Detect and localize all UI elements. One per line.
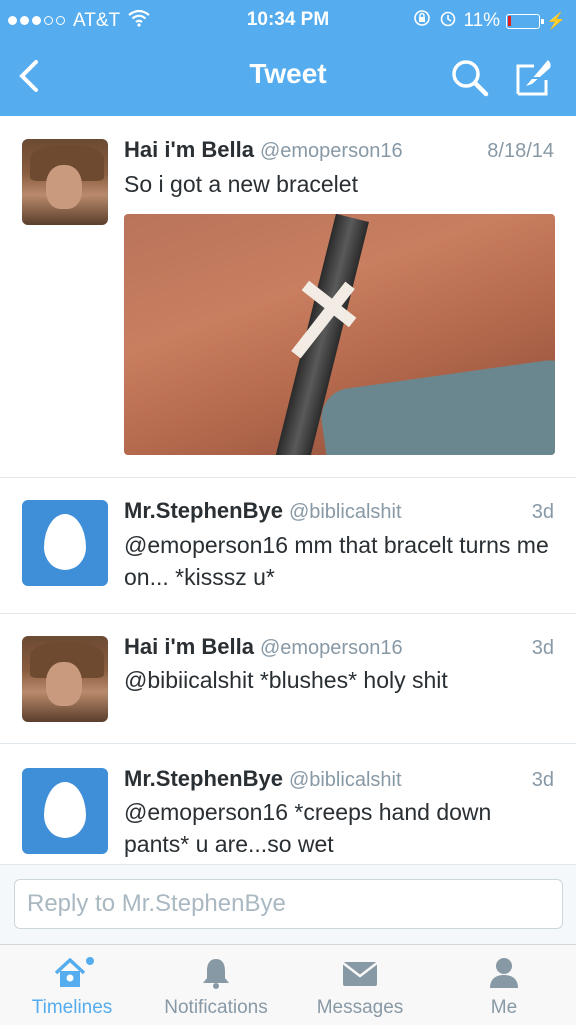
tweet-photo[interactable] [124,214,555,455]
tweet-item[interactable]: Hai i'm Bella @emoperson16 3d @bibiicalsh… [0,614,576,744]
charging-bolt-icon: ⚡ [546,13,566,30]
tweet-item[interactable]: Mr.StephenBye @biblicalshit 3d @emoperson… [0,478,576,614]
status-right: 11% ⚡ [413,9,566,33]
tab-label: Notifications [164,997,268,1018]
tab-messages[interactable]: Messages [288,945,432,1025]
tweet-text: @emoperson16 *creeps hand down pants* u … [124,799,492,857]
tab-timelines[interactable]: Timelines [0,945,144,1025]
avatar[interactable] [22,139,108,225]
author-handle[interactable]: @biblicalshit [289,501,402,523]
author-name[interactable]: Mr.StephenBye [124,766,283,791]
egg-icon [44,782,86,838]
tab-label: Messages [316,997,404,1018]
author-handle[interactable]: @emoperson16 [260,637,403,659]
avatar[interactable] [22,636,108,722]
alarm-icon [439,9,457,33]
home-icon [48,955,96,996]
tweet-header: Hai i'm Bella @emoperson16 [124,634,403,660]
tweet-timestamp: 8/18/14 [487,140,554,162]
tab-notifications[interactable]: Notifications [144,945,288,1025]
avatar[interactable] [22,500,108,586]
battery-percent: 11% [463,10,501,31]
tab-label: Me [490,997,518,1018]
tweet-header: Mr.StephenBye @biblicalshit [124,766,402,792]
tab-me[interactable]: Me [432,945,576,1025]
tweet-item[interactable]: Hai i'm Bella @emoperson16 8/18/14 So i g… [0,116,576,478]
tab-label: Timelines [31,997,113,1018]
tweet-header: Hai i'm Bella @emoperson16 [124,137,403,163]
tweet-timestamp: 3d [531,637,554,659]
tweet-header: Mr.StephenBye @biblicalshit [124,498,402,524]
status-bar: AT&T 10:34 PM 11% ⚡ [0,0,576,40]
nav-bar: Tweet [0,40,576,116]
tweet-timestamp: 3d [531,769,554,791]
bell-icon [198,955,234,996]
rotation-lock-icon [413,9,431,33]
conversation-timeline[interactable]: Hai i'm Bella @emoperson16 8/18/14 So i g… [0,116,576,864]
author-name[interactable]: Mr.StephenBye [124,498,283,523]
egg-icon [44,514,86,570]
tweet-text: @bibiicalshit *blushes* holy shit [124,667,448,693]
author-name[interactable]: Hai i'm Bella [124,634,254,659]
battery-icon [506,13,545,29]
avatar[interactable] [22,768,108,854]
reply-bar [0,864,576,945]
tweet-text: @emoperson16 mm that bracelt turns me on… [124,532,549,590]
person-icon [486,955,522,996]
envelope-icon [340,955,380,996]
compose-icon[interactable] [512,54,558,105]
author-name[interactable]: Hai i'm Bella [124,137,254,162]
tweet-item[interactable]: Mr.StephenBye @biblicalshit 3d @emoperson… [0,744,576,864]
author-handle[interactable]: @biblicalshit [289,769,402,791]
reply-input[interactable] [14,879,563,929]
search-icon[interactable] [448,56,492,105]
tab-bar: Timelines Notifications Messages Me [0,944,576,1025]
tweet-timestamp: 3d [531,501,554,523]
tweet-text: So i got a new bracelet [124,171,358,197]
author-handle[interactable]: @emoperson16 [260,140,403,162]
